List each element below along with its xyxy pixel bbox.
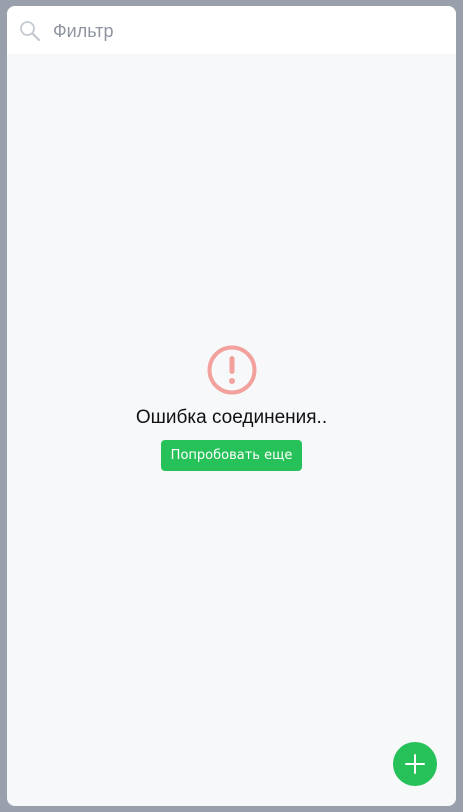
error-state: Ошибка соединения.. Попробовать еще bbox=[7, 344, 456, 471]
add-button[interactable] bbox=[393, 742, 437, 786]
search-icon bbox=[20, 21, 41, 42]
search-input[interactable] bbox=[51, 16, 445, 46]
error-message: Ошибка соединения.. bbox=[135, 407, 328, 428]
alert-circle-icon bbox=[207, 345, 256, 395]
plus-icon bbox=[405, 754, 425, 774]
search-bar bbox=[7, 6, 456, 54]
retry-button[interactable]: Попробовать еще bbox=[160, 440, 303, 471]
app-panel: Ошибка соединения.. Попробовать еще bbox=[7, 6, 456, 806]
